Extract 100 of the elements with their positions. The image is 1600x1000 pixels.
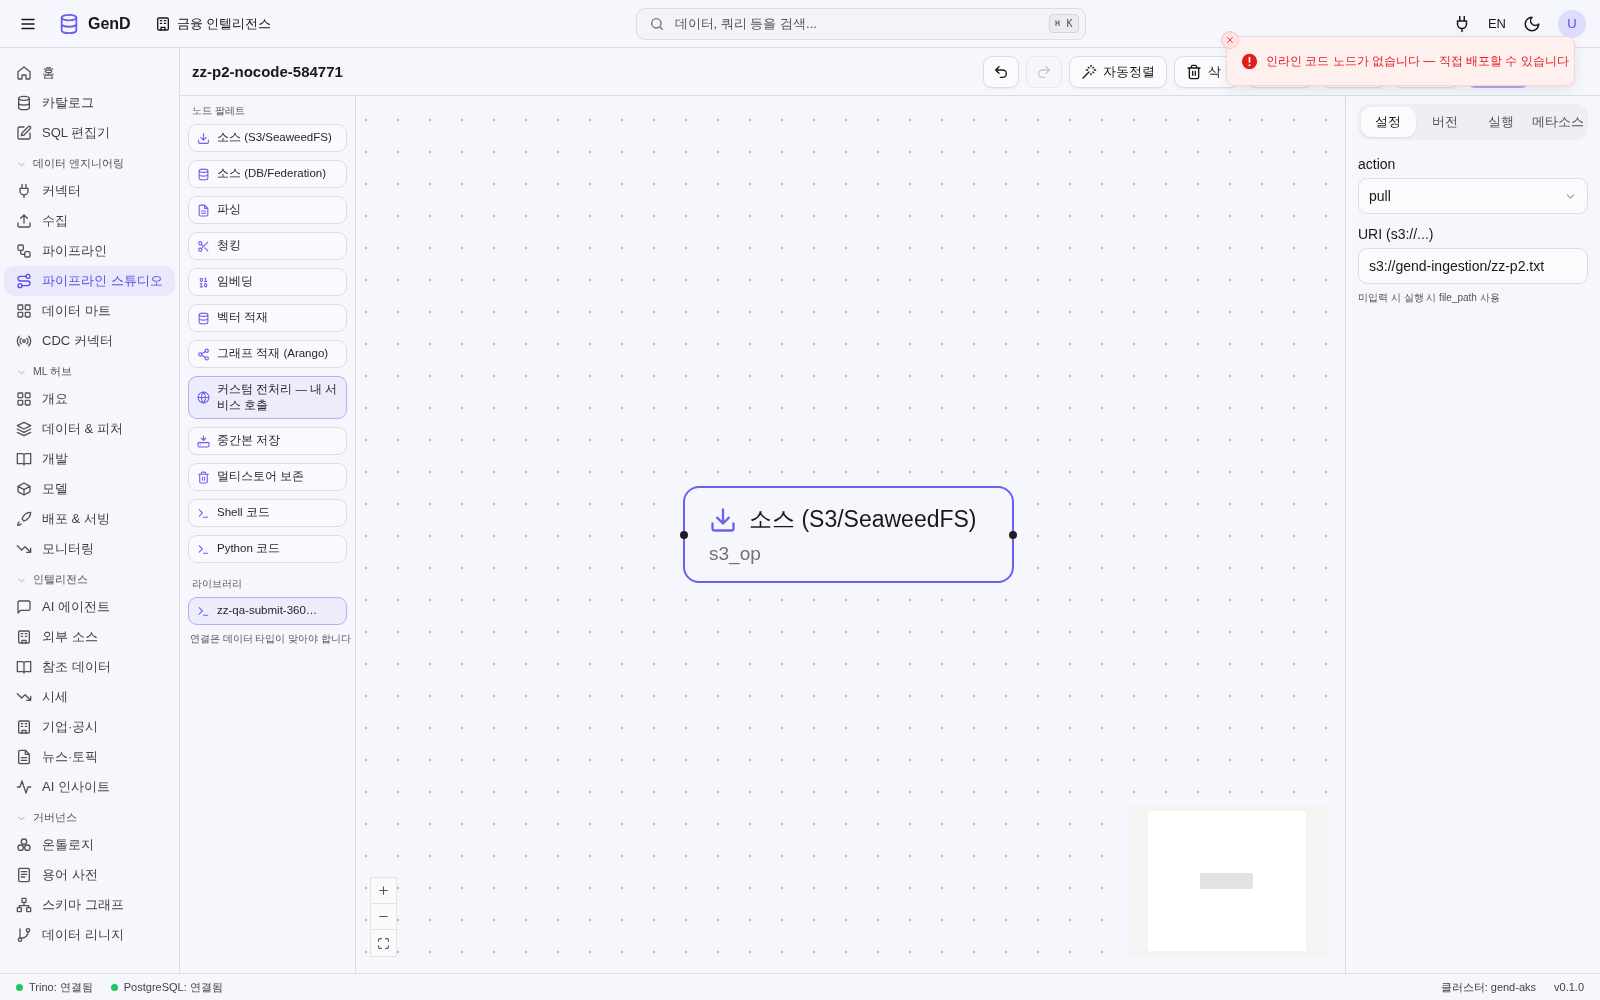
search-field[interactable]: 데이터, 쿼리 등을 검색...: [672, 15, 1041, 32]
sidebar-item[interactable]: 데이터 마트: [4, 296, 175, 326]
undo-button[interactable]: [983, 55, 1019, 88]
toast-message: 인라인 코드 노드가 없습니다 — 직접 배포할 수 있습니다: [1266, 52, 1569, 70]
sidebar-item[interactable]: 배포 & 서빙: [4, 504, 175, 534]
database-icon: [16, 95, 32, 111]
connection-handle[interactable]: [1009, 531, 1017, 539]
sidebar-item[interactable]: 커넥터: [4, 176, 175, 206]
database-icon: [197, 311, 210, 325]
sidebar-item[interactable]: 홈: [4, 58, 175, 88]
version-label: v0.1.0: [1554, 981, 1584, 993]
flow-node[interactable]: 소스 (S3/SeaweedFS) s3_op: [683, 486, 1014, 583]
globe-icon: [197, 391, 210, 404]
sidebar-item[interactable]: 개발: [4, 444, 175, 474]
building-icon: [154, 15, 171, 32]
database-icon: [58, 12, 80, 35]
sidebar-item[interactable]: SQL 편집기: [4, 118, 175, 148]
node-title: 소스 (S3/SeaweedFS): [749, 505, 977, 534]
circles-icon: [16, 837, 32, 853]
sidebar-item[interactable]: 데이터 리니지: [4, 920, 175, 950]
connection-status: PostgreSQL: 연결됨: [123, 979, 223, 995]
close-button[interactable]: [1221, 31, 1239, 49]
connection-status: Trino: 연결됨: [29, 979, 93, 995]
building-icon: [16, 719, 32, 735]
sidebar-item[interactable]: 외부 소스: [4, 622, 175, 652]
language-button[interactable]: EN: [1487, 16, 1506, 31]
inspector-tab[interactable]: 버전: [1417, 107, 1472, 137]
palette-item[interactable]: 청킹: [188, 232, 347, 260]
uri-field[interactable]: s3://gend-ingestion/zz-p2.txt: [1358, 248, 1588, 284]
sidebar-section-toggle[interactable]: 데이터 엔지니어링: [4, 148, 175, 176]
avatar[interactable]: U: [1558, 9, 1586, 38]
palette-item[interactable]: 벡터 적재: [188, 304, 347, 332]
sidebar-item[interactable]: 모니터링: [4, 534, 175, 564]
app-logo: GenD: [88, 14, 131, 33]
sidebar-section-toggle[interactable]: 인텔리전스: [4, 564, 175, 592]
grid-icon: [16, 391, 32, 407]
sidebar-section-toggle[interactable]: 거버넌스: [4, 802, 175, 830]
trash-icon: [1186, 63, 1202, 80]
sidebar-item[interactable]: 시세: [4, 682, 175, 712]
sidebar-item[interactable]: AI 에이전트: [4, 592, 175, 622]
wand-icon: [1081, 63, 1097, 80]
terminal-icon: [197, 542, 210, 556]
sidebar-item[interactable]: 카탈로그: [4, 88, 175, 118]
palette-item[interactable]: 중간본 저장: [188, 427, 347, 456]
sidebar-item[interactable]: 용어 사전: [4, 860, 175, 890]
sidebar-section-toggle[interactable]: ML 허브: [4, 356, 175, 384]
palette-item[interactable]: 소스 (S3/SeaweedFS): [188, 124, 347, 152]
sidebar-item[interactable]: 뉴스·토픽: [4, 742, 175, 772]
auto-layout-button[interactable]: 자동정렬: [1069, 55, 1167, 88]
sidebar-item[interactable]: 데이터 & 피처: [4, 414, 175, 444]
sidebar-item[interactable]: 스키마 그래프: [4, 890, 175, 920]
palette-item[interactable]: 멀티스토어 보존: [188, 463, 347, 492]
sidebar-item[interactable]: 기업·공시: [4, 712, 175, 742]
redo-icon: [1036, 63, 1052, 80]
sidebar-item[interactable]: 모델: [4, 474, 175, 504]
box-icon: [16, 481, 32, 497]
inspector-tab[interactable]: 실행: [1474, 107, 1529, 137]
inspector-tab[interactable]: 메타소스: [1530, 107, 1585, 137]
palette-item[interactable]: zz-qa-submit-360…: [188, 597, 347, 626]
edit-icon: [16, 125, 32, 141]
building-icon: [16, 629, 32, 645]
palette-item[interactable]: 파싱: [188, 196, 347, 224]
upload-icon: [16, 213, 32, 229]
book-icon: [16, 659, 32, 675]
palette-item[interactable]: 임베딩: [188, 268, 347, 296]
sidebar-item[interactable]: CDC 커넥터: [4, 326, 175, 356]
palette-item[interactable]: 그래프 적재 (Arango): [188, 340, 347, 368]
workspace-button[interactable]: 금융 인텔리전스: [154, 14, 272, 33]
branch-icon: [16, 927, 32, 943]
field-hint: 미입력 시 실행 시 file_path 사용: [1358, 291, 1501, 305]
error-icon: [1241, 52, 1258, 70]
download-icon: [197, 131, 210, 145]
sidebar-item[interactable]: 수집: [4, 206, 175, 236]
trash-icon: [197, 470, 210, 484]
database-icon: [197, 167, 210, 181]
search-icon: [648, 15, 665, 32]
library-heading: 라이브러리: [191, 577, 243, 592]
sidebar-item[interactable]: AI 인사이트: [4, 772, 175, 802]
palette-item[interactable]: Python 코드: [188, 535, 347, 564]
palette-item[interactable]: 커스텀 전처리 — 내 서비스 호출: [188, 376, 347, 420]
share-icon: [197, 347, 210, 361]
undo-icon: [993, 63, 1009, 80]
sidebar-item[interactable]: 파이프라인: [4, 236, 175, 266]
document-icon: [16, 749, 32, 765]
search-bar[interactable]: 데이터, 쿼리 등을 검색... ⌘ K: [635, 7, 1086, 40]
plus-icon: [377, 884, 390, 897]
plug-icon: [16, 183, 32, 199]
sidebar-item[interactable]: 온톨로지: [4, 830, 175, 860]
sidebar-item[interactable]: 참조 데이터: [4, 652, 175, 682]
sidebar-item[interactable]: 개요: [4, 384, 175, 414]
action-dropdown[interactable]: pull: [1358, 178, 1588, 214]
palette-item[interactable]: 소스 (DB/Federation): [188, 160, 347, 188]
connection-handle[interactable]: [680, 531, 688, 539]
inspector-tab[interactable]: 설정: [1361, 107, 1416, 137]
tray-icon: [197, 434, 210, 448]
fit-view-icon: [377, 936, 390, 950]
scissors-icon: [197, 239, 210, 253]
palette-item[interactable]: Shell 코드: [188, 499, 347, 528]
binary-icon: [197, 275, 210, 289]
sidebar-item[interactable]: 파이프라인 스튜디오: [4, 266, 175, 296]
